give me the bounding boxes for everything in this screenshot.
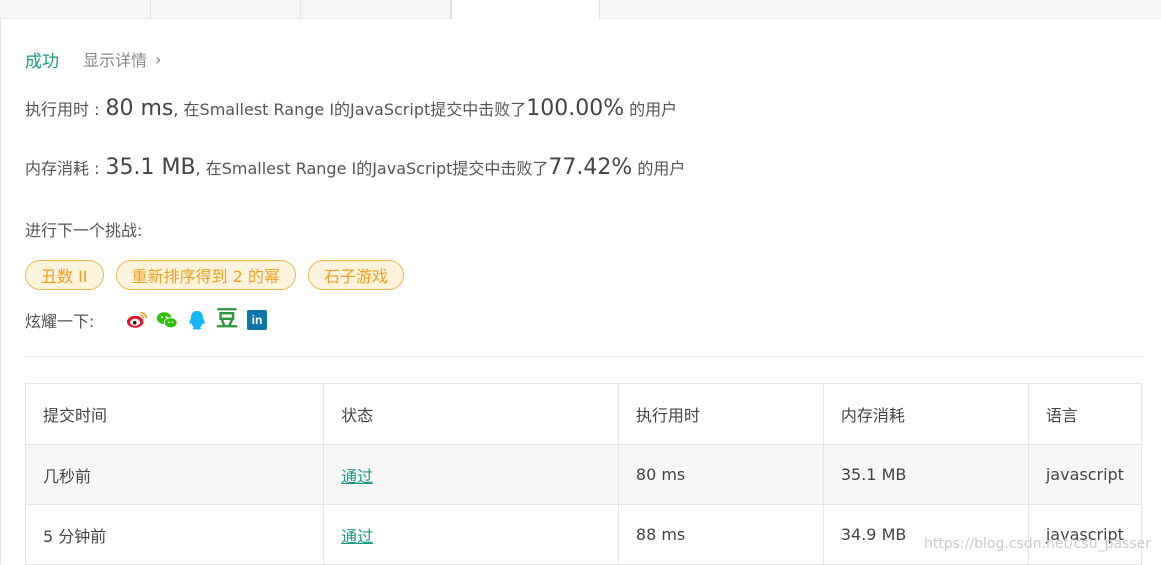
watermark: https://blog.csdn.net/csu_passer: [923, 536, 1151, 552]
tab-submissions-active[interactable]: [451, 0, 600, 19]
memory-suffix: 的用户: [637, 159, 686, 178]
cell-submit-time: 几秒前: [24, 444, 325, 505]
share-icons: 豆 in: [126, 309, 268, 331]
memory-value: 35.1 MB: [105, 155, 196, 180]
runtime-row: 执行用时 : 80 ms , 在Smallest Range I的JavaScr…: [25, 96, 677, 121]
table-row: 几秒前 通过 80 ms 35.1 MB javascript: [24, 444, 1143, 505]
challenge-chip[interactable]: 丑数 II: [25, 260, 104, 290]
runtime-mid-text: , 在Smallest Range I的JavaScript提交中击败了: [173, 100, 527, 119]
share-row: 炫耀一下: 豆 in: [25, 306, 268, 334]
status-link[interactable]: 通过: [341, 467, 373, 486]
douban-glyph: 豆: [216, 307, 239, 332]
cell-status: 通过: [323, 504, 619, 565]
weibo-icon[interactable]: [126, 309, 148, 331]
challenge-chip[interactable]: 重新排序得到 2 的幂: [115, 260, 296, 290]
cell-language: javascript: [1027, 504, 1143, 565]
douban-icon[interactable]: 豆: [216, 309, 238, 331]
memory-percent: 77.42%: [548, 155, 633, 180]
challenge-chip[interactable]: 石子游戏: [307, 260, 404, 290]
memory-row: 内存消耗 : 35.1 MB , 在Smallest Range I的JavaS…: [25, 155, 685, 180]
runtime-value: 80 ms: [105, 96, 174, 121]
tab-1[interactable]: [0, 0, 151, 18]
tab-2[interactable]: [151, 0, 301, 18]
section-divider: [25, 356, 1143, 357]
runtime-suffix: 的用户: [629, 100, 678, 119]
header-memory: 内存消耗: [822, 383, 1029, 445]
wechat-icon[interactable]: [156, 309, 178, 331]
result-status-row: 成功 显示详情 ›: [25, 46, 161, 72]
cell-runtime: 80 ms: [617, 444, 824, 505]
memory-mid-text: , 在Smallest Range I的JavaScript提交中击败了: [195, 159, 549, 178]
linkedin-icon[interactable]: in: [246, 309, 268, 331]
panel-left-border: [0, 18, 1, 564]
cell-memory: 35.1 MB: [822, 444, 1029, 505]
top-tab-bar: [0, 0, 1161, 19]
memory-label: 内存消耗 :: [25, 159, 100, 178]
header-submit-time: 提交时间: [24, 383, 325, 445]
cell-runtime: 88 ms: [617, 504, 824, 565]
header-language: 语言: [1027, 383, 1143, 445]
qq-icon[interactable]: [186, 309, 208, 331]
header-runtime: 执行用时: [617, 383, 824, 445]
cell-memory: 34.9 MB: [822, 504, 1029, 565]
cell-submit-time: 5 分钟前: [24, 504, 325, 565]
next-challenge-label: 进行下一个挑战:: [25, 221, 143, 240]
status-link[interactable]: 通过: [341, 527, 373, 546]
cell-language: javascript: [1027, 444, 1143, 505]
linkedin-glyph: in: [247, 310, 267, 330]
runtime-percent: 100.00%: [526, 96, 625, 121]
next-challenge-list: 丑数 II 重新排序得到 2 的幂 石子游戏: [25, 260, 404, 290]
show-details-link[interactable]: 显示详情 ›: [83, 47, 161, 71]
table-header-row: 提交时间 状态 执行用时 内存消耗 语言: [24, 383, 1143, 445]
chevron-right-icon: ›: [155, 49, 162, 69]
cell-status: 通过: [323, 444, 619, 505]
header-status: 状态: [323, 383, 619, 445]
tab-3[interactable]: [301, 0, 451, 18]
table-row: 5 分钟前 通过 88 ms 34.9 MB javascript: [24, 504, 1143, 565]
show-details-label: 显示详情: [83, 51, 148, 70]
runtime-label: 执行用时 :: [25, 100, 100, 119]
status-success: 成功: [25, 51, 59, 72]
share-label: 炫耀一下:: [25, 312, 95, 331]
